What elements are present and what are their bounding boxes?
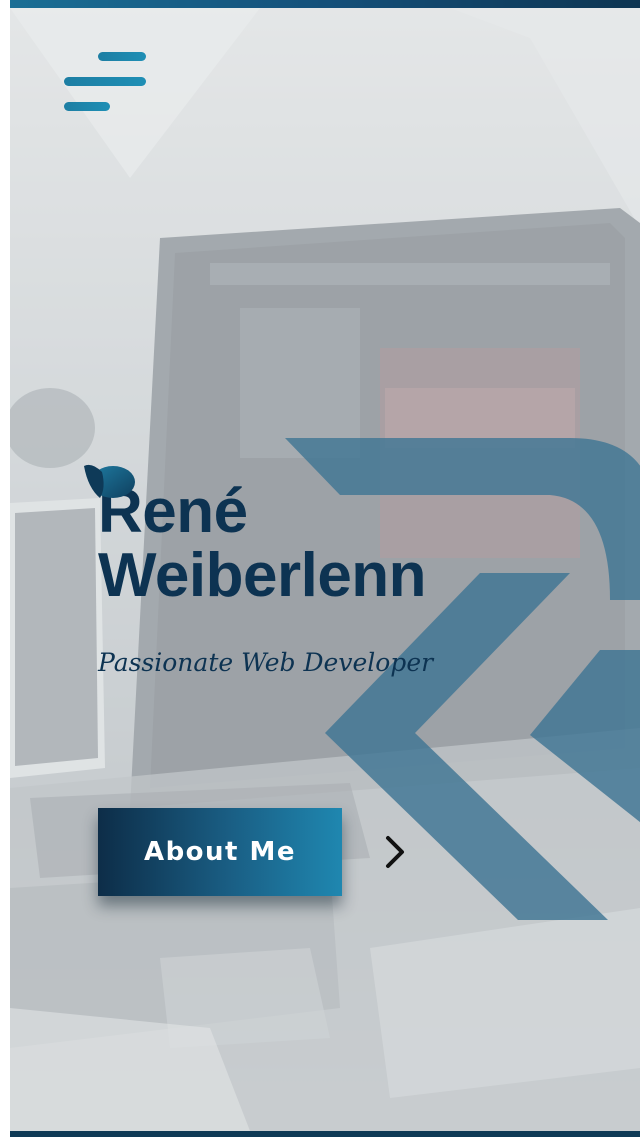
hero-subtitle: Passionate Web Developer: [98, 648, 434, 677]
page: René Weiberlenn Passionate Web Developer…: [10, 0, 640, 1137]
menu-line-top: [98, 52, 146, 61]
hat-icon: [84, 464, 135, 498]
chevron-right-icon[interactable]: [384, 834, 406, 870]
menu-line-middle: [64, 77, 146, 86]
menu-line-bottom: [64, 102, 110, 111]
hamburger-menu-icon[interactable]: [64, 52, 148, 116]
top-accent-bar: [10, 0, 640, 8]
hero-name: René Weiberlenn: [98, 480, 618, 608]
hero-name-last: Weiberlenn: [98, 541, 427, 610]
cta-row: About Me: [98, 808, 406, 896]
bottom-accent-bar: [10, 1131, 640, 1137]
about-me-button[interactable]: About Me: [98, 808, 342, 896]
hero-section: René Weiberlenn Passionate Web Developer: [84, 464, 618, 677]
hero-name-first: René: [98, 477, 248, 546]
